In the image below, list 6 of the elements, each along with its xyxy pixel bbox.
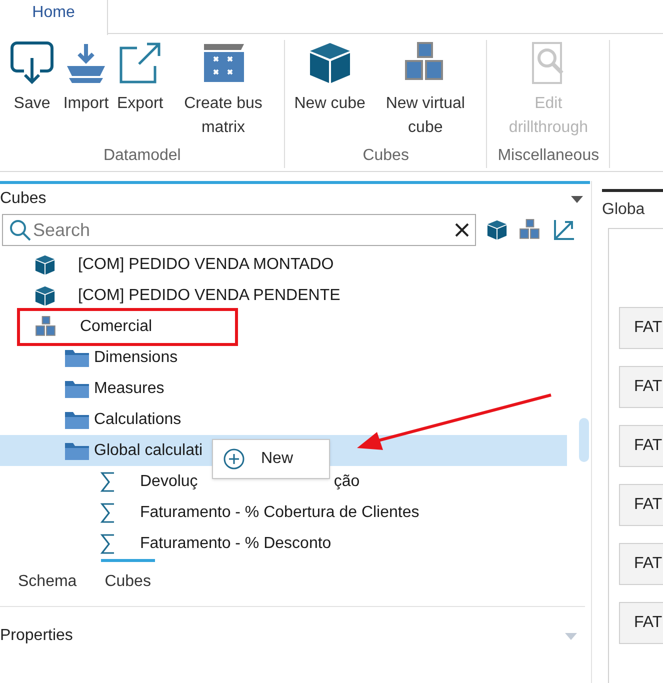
group-label: Cubes	[362, 146, 409, 166]
group-label: Miscellaneous	[498, 146, 600, 166]
tree-item-text: ção	[334, 472, 360, 492]
panel-title: Cubes	[0, 189, 46, 209]
panel-title: Properties	[0, 626, 73, 646]
group-label: Datamodel	[103, 146, 181, 166]
